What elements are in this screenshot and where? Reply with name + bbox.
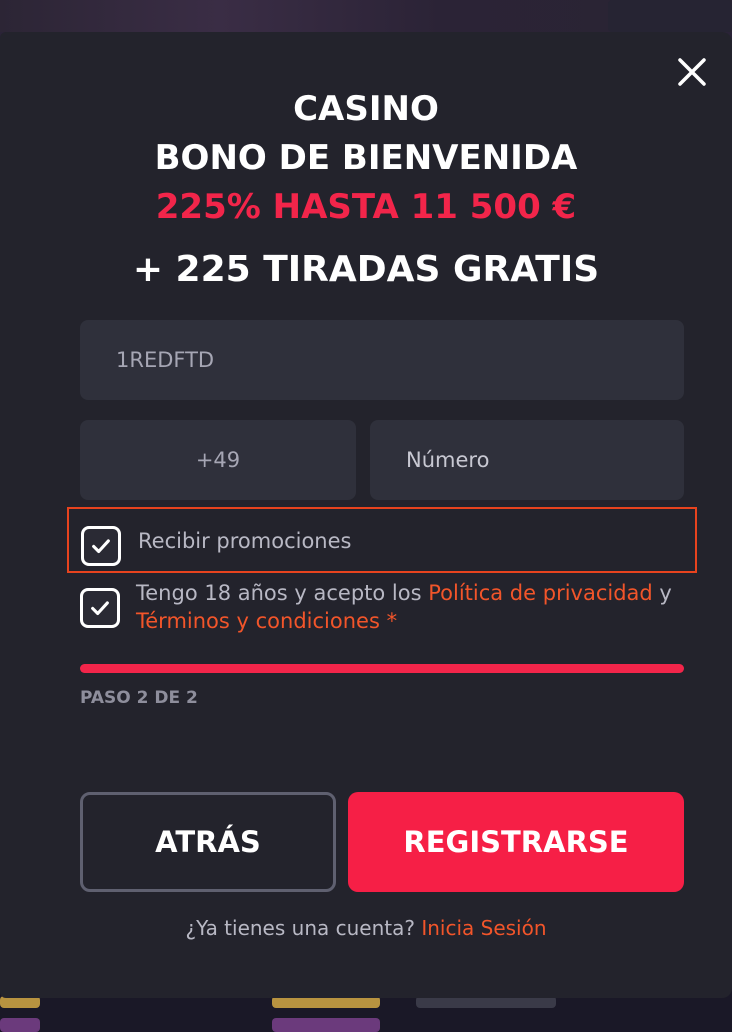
back-button[interactable]: ATRÁS	[80, 792, 336, 892]
background-tile	[0, 1018, 40, 1032]
country-code-value: +49	[195, 448, 241, 472]
close-button[interactable]	[672, 52, 712, 92]
register-button-label: REGISTRARSE	[403, 825, 629, 859]
receive-promotions-label: Recibir promociones	[138, 529, 352, 553]
free-spins-headline: + 225 TIRADAS GRATIS	[132, 249, 600, 290]
phone-number-placeholder: Número	[406, 448, 490, 472]
promo-code-input[interactable]: 1REDFTD	[80, 320, 684, 400]
step-indicator: PASO 2 DE 2	[80, 688, 198, 708]
terms-checkbox[interactable]	[80, 588, 120, 628]
register-button[interactable]: REGISTRARSE	[348, 792, 684, 892]
terms-text-middle: y	[652, 581, 672, 605]
step-progress-bar	[80, 664, 684, 673]
close-icon	[678, 58, 706, 86]
background-tile	[272, 1018, 380, 1032]
modal-title-welcome-bonus: BONO DE BIENVENIDA	[154, 138, 578, 178]
promo-code-value: 1REDFTD	[116, 348, 215, 372]
terms-label: Tengo 18 años y acepto los Política de p…	[136, 579, 684, 635]
login-question: ¿Ya tienes una cuenta?	[185, 916, 422, 940]
login-prompt: ¿Ya tienes una cuenta? Inicia Sesión	[0, 916, 732, 940]
country-code-select[interactable]: +49	[80, 420, 356, 500]
privacy-policy-link[interactable]: Política de privacidad	[428, 581, 653, 605]
checkmark-icon	[92, 539, 110, 554]
back-button-label: ATRÁS	[155, 825, 261, 859]
terms-conditions-link[interactable]: Términos y condiciones	[136, 609, 380, 633]
terms-text-before: Tengo 18 años y acepto los	[136, 581, 429, 605]
modal-title-casino: CASINO	[293, 89, 439, 129]
background-tile	[608, 0, 732, 32]
terms-row: Tengo 18 años y acepto los Política de p…	[80, 579, 684, 635]
phone-number-input[interactable]: Número	[370, 420, 684, 500]
receive-promotions-checkbox[interactable]	[81, 526, 121, 566]
required-marker: *	[379, 609, 398, 633]
login-link[interactable]: Inicia Sesión	[421, 916, 546, 940]
bonus-amount-headline: 225% HASTA 11 500 €	[155, 187, 577, 227]
receive-promotions-row: Recibir promociones	[67, 507, 697, 573]
checkmark-icon	[91, 601, 109, 616]
